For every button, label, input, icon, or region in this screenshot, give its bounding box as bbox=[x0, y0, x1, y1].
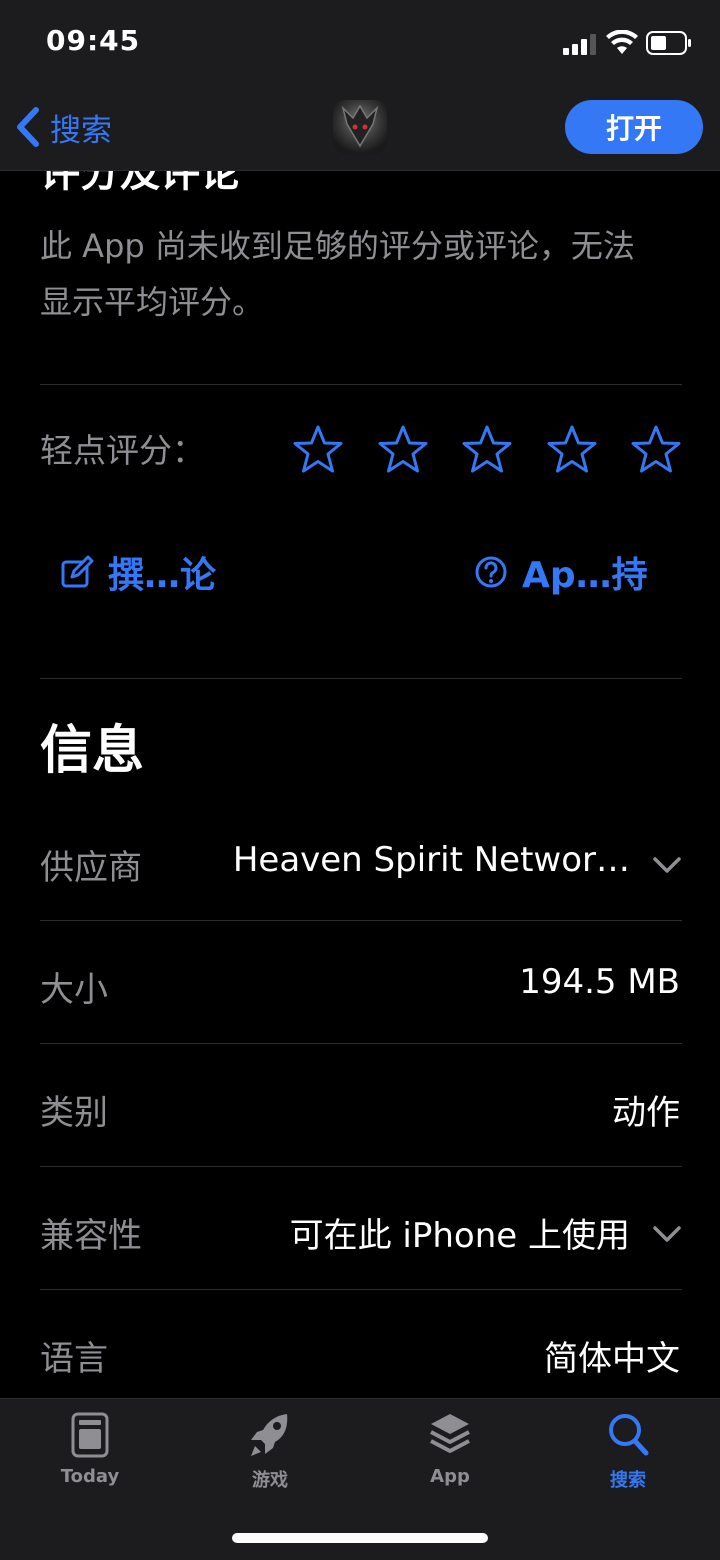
category-label: 类别 bbox=[40, 1093, 108, 1133]
category-value: 动作 bbox=[612, 1093, 680, 1133]
tap-to-rate-label: 轻点评分： bbox=[40, 431, 205, 470]
write-review-button[interactable]: 撰…论 bbox=[60, 546, 216, 598]
chevron-down-icon[interactable] bbox=[652, 855, 682, 875]
tab-search-label: 搜索 bbox=[610, 1470, 646, 1491]
tab-apps-label: App bbox=[430, 1466, 470, 1487]
language-label: 语言 bbox=[40, 1339, 108, 1379]
compatibility-label: 兼容性 bbox=[40, 1216, 142, 1256]
tab-today[interactable]: Today bbox=[30, 1410, 150, 1487]
star-5-icon[interactable] bbox=[630, 424, 682, 476]
chevron-down-icon[interactable] bbox=[652, 1224, 682, 1244]
tab-search[interactable]: 搜索 bbox=[568, 1410, 688, 1492]
divider bbox=[40, 1289, 682, 1290]
size-label: 大小 bbox=[40, 970, 108, 1010]
compose-icon bbox=[61, 555, 94, 588]
open-button[interactable]: 打开 bbox=[565, 100, 703, 154]
tab-games[interactable]: 游戏 bbox=[210, 1410, 330, 1492]
write-review-label: 撰…论 bbox=[108, 555, 217, 596]
rocket-icon bbox=[251, 1414, 288, 1456]
search-icon bbox=[609, 1414, 649, 1456]
status-time: 09:45 bbox=[46, 24, 141, 57]
divider bbox=[40, 1043, 682, 1044]
size-value: 194.5 MB bbox=[519, 962, 680, 1002]
app-support-button[interactable]: Ap…持 bbox=[474, 546, 648, 598]
star-1-icon[interactable] bbox=[292, 424, 344, 476]
today-icon bbox=[71, 1412, 109, 1458]
star-2-icon[interactable] bbox=[377, 424, 429, 476]
tab-games-label: 游戏 bbox=[252, 1470, 288, 1491]
help-icon bbox=[475, 556, 507, 588]
language-value: 简体中文 bbox=[544, 1339, 680, 1379]
back-label: 搜索 bbox=[50, 112, 112, 149]
tab-today-label: Today bbox=[60, 1466, 120, 1487]
divider bbox=[40, 1166, 682, 1167]
cellular-signal-icon bbox=[563, 34, 596, 55]
ratings-note: 此 App 尚未收到足够的评分或评论，无法显示平均评分。 bbox=[40, 227, 635, 321]
provider-value[interactable]: Heaven Spirit Networ… bbox=[233, 840, 630, 880]
home-indicator[interactable] bbox=[232, 1533, 488, 1543]
wifi-icon bbox=[606, 30, 638, 54]
tab-apps[interactable]: App bbox=[390, 1410, 510, 1487]
battery-icon bbox=[646, 31, 691, 55]
back-button[interactable]: 搜索 bbox=[14, 105, 112, 149]
app-support-label: Ap…持 bbox=[522, 555, 648, 596]
divider bbox=[40, 678, 682, 679]
compatibility-value[interactable]: 可在此 iPhone 上使用 bbox=[290, 1208, 630, 1257]
chevron-left-icon bbox=[17, 107, 39, 147]
star-3-icon[interactable] bbox=[461, 424, 513, 476]
info-section-title: 信息 bbox=[40, 721, 145, 781]
layers-icon bbox=[430, 1414, 470, 1453]
divider bbox=[40, 384, 682, 385]
divider bbox=[40, 920, 682, 921]
provider-label: 供应商 bbox=[40, 848, 142, 888]
star-4-icon[interactable] bbox=[546, 424, 598, 476]
app-icon bbox=[333, 100, 387, 154]
